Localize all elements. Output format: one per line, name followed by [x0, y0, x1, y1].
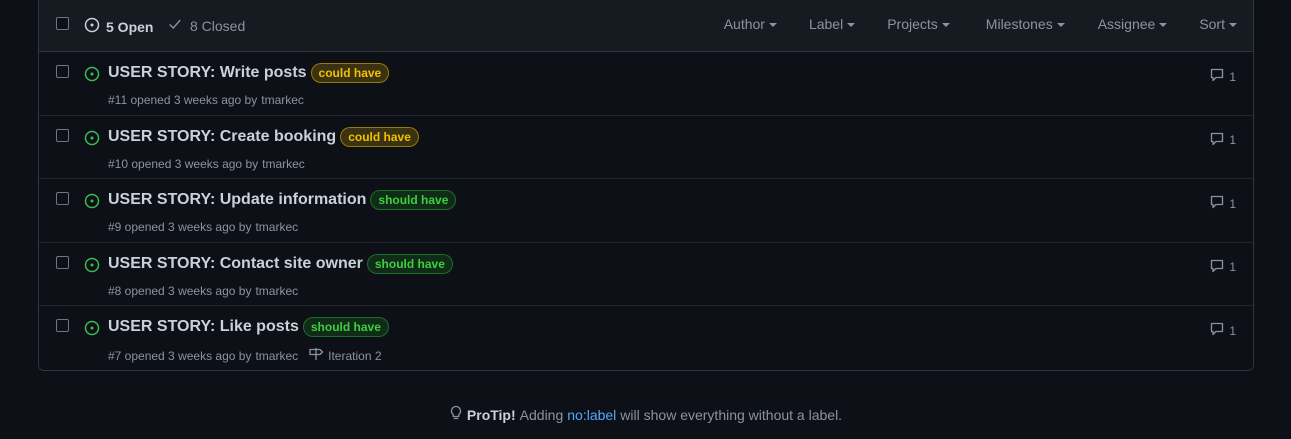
protip-title: ProTip! — [466, 406, 516, 423]
issue-label[interactable]: should have — [366, 253, 453, 274]
issue-opened-icon — [84, 193, 100, 214]
comments-link[interactable]: 1 — [1209, 321, 1236, 340]
issue-author-link[interactable]: tmarkec — [262, 157, 305, 171]
issue-meta-text: #7 opened 3 weeks ago by — [108, 348, 252, 363]
chevron-down-icon — [1159, 23, 1168, 27]
issue-label[interactable]: could have — [310, 63, 390, 83]
issue-checkbox[interactable] — [56, 65, 69, 78]
projects-filter-label: Projects — [887, 16, 938, 32]
milestones-filter[interactable]: Milestones — [986, 16, 1065, 32]
issue-author-link[interactable]: tmarkec — [261, 93, 304, 107]
sort-filter-label: Sort — [1199, 16, 1225, 32]
light-bulb-icon — [449, 405, 463, 424]
issue-meta: #7 opened 3 weeks ago by tmarkec Iterati… — [108, 347, 382, 364]
issue-title-link[interactable]: USER STORY: Create booking — [108, 128, 336, 146]
issue-row: USER STORY: Update information should ha… — [39, 179, 1253, 243]
issue-opened-icon — [84, 130, 100, 151]
issue-author-link[interactable]: tmarkec — [255, 349, 298, 363]
comment-count: 1 — [1229, 323, 1236, 338]
milestones-filter-label: Milestones — [985, 16, 1053, 32]
issues-list-box: 5 Open 8 Closed Author Label Projects Mi… — [38, 0, 1254, 371]
comments-link[interactable]: 1 — [1209, 194, 1236, 213]
chevron-down-icon — [847, 23, 856, 27]
comment-icon — [1209, 67, 1225, 86]
issue-checkbox[interactable] — [56, 319, 69, 332]
issue-label[interactable]: should have — [370, 190, 457, 210]
open-issues-tab[interactable]: 5 Open — [84, 17, 153, 36]
projects-filter[interactable]: Projects — [887, 16, 950, 32]
issue-title-link[interactable]: USER STORY: Update information — [108, 191, 366, 209]
issue-meta: #9 opened 3 weeks ago by tmarkec — [108, 220, 298, 234]
protip-banner: ProTip! Adding no:label will show everyt… — [0, 405, 1291, 424]
issue-checkbox[interactable] — [56, 128, 69, 142]
comment-count: 1 — [1229, 133, 1236, 147]
chevron-down-icon — [941, 23, 950, 27]
closed-count-label: 8 Closed — [190, 17, 246, 34]
comment-icon — [1209, 258, 1225, 277]
comment-count: 1 — [1229, 260, 1236, 274]
comment-count: 1 — [1229, 69, 1236, 84]
issue-opened-icon — [84, 17, 100, 36]
issue-row: USER STORY: Write posts could have #11 o… — [39, 52, 1253, 116]
issue-opened-icon — [84, 320, 100, 341]
issue-label[interactable]: could have — [340, 126, 419, 147]
chevron-down-icon — [1229, 23, 1237, 27]
issue-opened-icon — [84, 257, 100, 278]
open-count-label: 5 Open — [106, 18, 154, 35]
assignee-filter-label: Assignee — [1097, 16, 1156, 32]
check-icon — [168, 17, 182, 34]
issue-author-link[interactable]: tmarkec — [255, 220, 298, 234]
issues-list-header: 5 Open 8 Closed Author Label Projects Mi… — [39, 0, 1253, 52]
label-filter-label: Label — [808, 16, 844, 32]
issue-meta: #8 opened 3 weeks ago by tmarkec — [108, 284, 298, 298]
issue-meta-text: #8 opened 3 weeks ago by — [108, 283, 252, 298]
comments-link[interactable]: 1 — [1209, 258, 1236, 277]
chevron-down-icon — [768, 23, 777, 27]
filter-bar: Author Label Projects Milestones Assigne… — [724, 16, 1237, 32]
issue-row: USER STORY: Create booking could have #1… — [39, 115, 1253, 179]
issue-label[interactable]: should have — [302, 317, 389, 337]
milestone-icon — [308, 347, 324, 364]
issue-row: USER STORY: Like posts should have #7 op… — [39, 306, 1253, 370]
comment-icon — [1209, 321, 1225, 340]
author-filter-label: Author — [723, 16, 765, 32]
comment-icon — [1209, 131, 1225, 150]
issue-checkbox[interactable] — [56, 192, 69, 205]
select-all-checkbox[interactable] — [56, 17, 69, 30]
comments-link[interactable]: 1 — [1209, 131, 1236, 150]
label-filter[interactable]: Label — [808, 16, 856, 32]
comment-count: 1 — [1229, 196, 1236, 211]
assignee-filter[interactable]: Assignee — [1098, 16, 1168, 32]
issue-meta: #11 opened 3 weeks ago by tmarkec — [108, 93, 304, 107]
protip-text-before: Adding — [519, 406, 564, 423]
issue-row: USER STORY: Contact site owner should ha… — [39, 242, 1253, 306]
comment-icon — [1209, 194, 1225, 213]
issue-title-link[interactable]: USER STORY: Contact site owner — [108, 255, 363, 273]
issue-title-link[interactable]: USER STORY: Write posts — [108, 64, 307, 82]
no-label-link[interactable]: no:label — [567, 407, 616, 423]
author-filter[interactable]: Author — [724, 16, 777, 32]
issue-opened-icon — [84, 66, 100, 87]
issue-checkbox[interactable] — [56, 255, 69, 269]
comments-link[interactable]: 1 — [1209, 67, 1236, 86]
issue-meta-text: #11 opened 3 weeks ago by — [108, 93, 258, 107]
issue-meta: #10 opened 3 weeks ago by tmarkec — [108, 157, 305, 171]
protip-text-after: will show everything without a label. — [620, 406, 843, 423]
closed-issues-tab[interactable]: 8 Closed — [168, 17, 245, 34]
issue-meta-text: #9 opened 3 weeks ago by — [108, 220, 252, 234]
sort-filter[interactable]: Sort — [1199, 16, 1237, 32]
chevron-down-icon — [1056, 23, 1065, 27]
issue-title-link[interactable]: USER STORY: Like posts — [108, 318, 299, 336]
milestone-link[interactable]: Iteration 2 — [308, 347, 382, 364]
issue-meta-text: #10 opened 3 weeks ago by — [108, 156, 259, 171]
issue-author-link[interactable]: tmarkec — [255, 284, 298, 298]
milestone-label: Iteration 2 — [328, 348, 382, 363]
